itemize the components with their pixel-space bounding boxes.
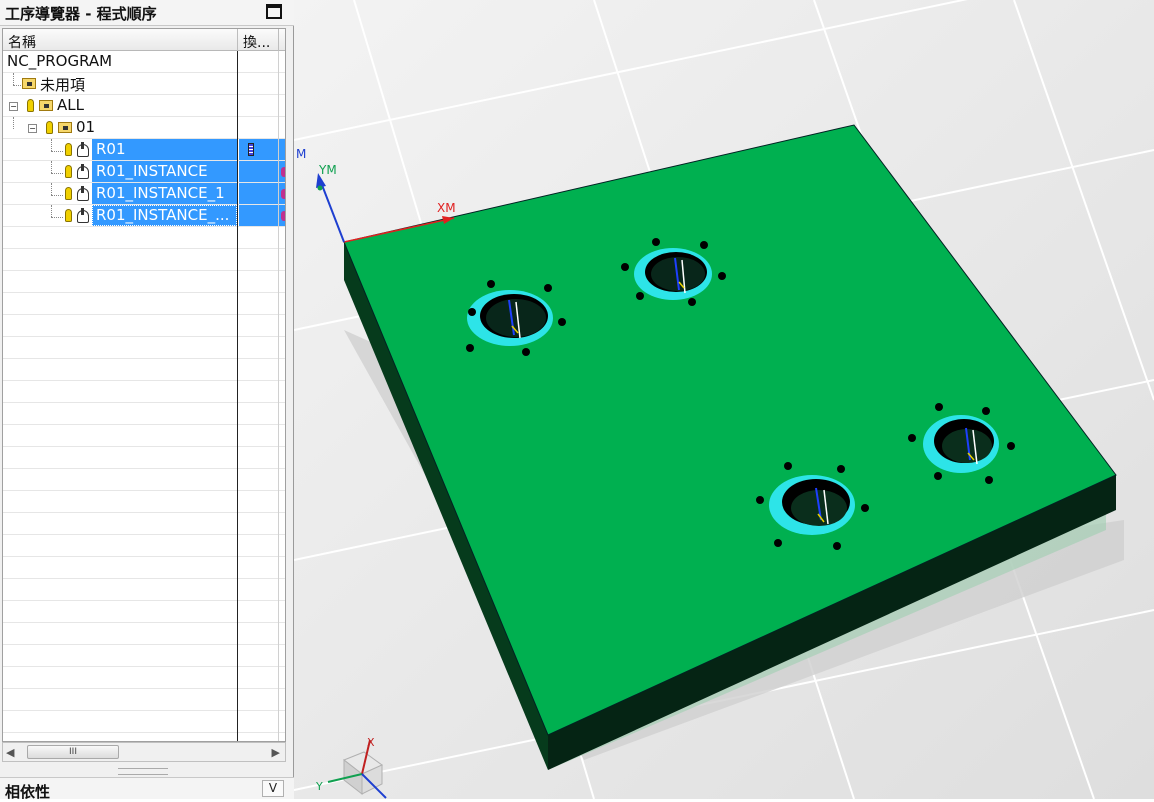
tree-row-r01[interactable]: R01 <box>3 139 285 161</box>
status-dot-icon <box>281 167 285 177</box>
operation-icon <box>77 208 89 223</box>
tree-item-label: R01 <box>96 140 126 158</box>
collapse-toggle-icon[interactable]: − <box>9 102 18 111</box>
tree-row-r01-instance-2[interactable]: R01_INSTANCE_... <box>3 205 285 227</box>
folder-icon <box>58 122 72 133</box>
x-axis-label: XM <box>437 201 456 215</box>
tree-item-label: NC_PROGRAM <box>7 52 113 70</box>
folder-icon <box>39 100 53 111</box>
status-bulb-icon <box>65 143 72 156</box>
status-bulb-icon <box>65 187 72 200</box>
status-bulb-icon <box>65 165 72 178</box>
navigator-title: 工序導覽器 - 程式順序 <box>5 5 157 23</box>
tree-row-nc-program[interactable]: NC_PROGRAM <box>3 51 285 73</box>
cad-scene: XM YM M X Y <box>294 0 1154 799</box>
status-bulb-icon <box>65 209 72 222</box>
z-axis-label: M <box>296 147 306 161</box>
tree-header: 名稱 換... <box>3 29 285 51</box>
operation-tree: 名稱 換... NC_PROGRAM 未用項 − ALL − 01 R01 R0… <box>2 28 286 742</box>
navigator-title-bar: 工序導覽器 - 程式順序 <box>0 0 294 26</box>
tree-row-r01-instance-1[interactable]: R01_INSTANCE_1 <box>3 183 285 205</box>
panel-splitter[interactable] <box>118 768 168 775</box>
maximize-icon[interactable] <box>266 4 282 19</box>
triad-y-label: Y <box>315 780 323 793</box>
horizontal-scrollbar[interactable]: ◀ III ▶ <box>2 742 286 762</box>
operation-icon <box>77 142 89 157</box>
expand-panel-button[interactable]: V <box>262 780 284 797</box>
operation-icon <box>77 186 89 201</box>
triad-x-label: X <box>367 736 375 749</box>
collapse-toggle-icon[interactable]: − <box>28 124 37 133</box>
tree-item-label: 未用項 <box>40 76 86 94</box>
status-bulb-icon <box>46 121 53 134</box>
status-bulb-icon <box>27 99 34 112</box>
column-header-name[interactable]: 名稱 <box>8 32 36 52</box>
graphics-viewport[interactable]: XM YM M X Y <box>294 0 1154 799</box>
dependency-panel: 相依性 V <box>0 777 294 801</box>
operation-navigator: 工序導覽器 - 程式順序 名稱 換... NC_PROGRAM 未用項 − AL… <box>0 0 294 801</box>
folder-icon <box>22 78 36 89</box>
tree-rows: NC_PROGRAM 未用項 − ALL − 01 R01 R01_INSTAN… <box>3 51 285 741</box>
tree-item-label: R01_INSTANCE_... <box>96 206 230 224</box>
status-dot-icon <box>281 211 285 221</box>
column-header-toolchange[interactable]: 換... <box>243 32 270 52</box>
tree-row-unused[interactable]: 未用項 <box>3 73 285 95</box>
tree-item-label: R01_INSTANCE <box>96 162 208 180</box>
scroll-left-icon[interactable]: ◀ <box>6 746 14 759</box>
tree-item-label: R01_INSTANCE_1 <box>96 184 225 202</box>
scroll-right-icon[interactable]: ▶ <box>272 746 280 759</box>
status-dot-icon <box>281 189 285 199</box>
tree-row-r01-instance[interactable]: R01_INSTANCE <box>3 161 285 183</box>
tree-row-all[interactable]: − ALL <box>3 95 285 117</box>
tree-row-01[interactable]: − 01 <box>3 117 285 139</box>
tree-item-label: ALL <box>57 96 84 114</box>
y-axis-label: YM <box>318 163 337 177</box>
tree-item-label: 01 <box>76 118 96 136</box>
operation-icon <box>77 164 89 179</box>
tool-change-icon <box>248 143 254 156</box>
scrollbar-thumb[interactable]: III <box>27 745 119 759</box>
